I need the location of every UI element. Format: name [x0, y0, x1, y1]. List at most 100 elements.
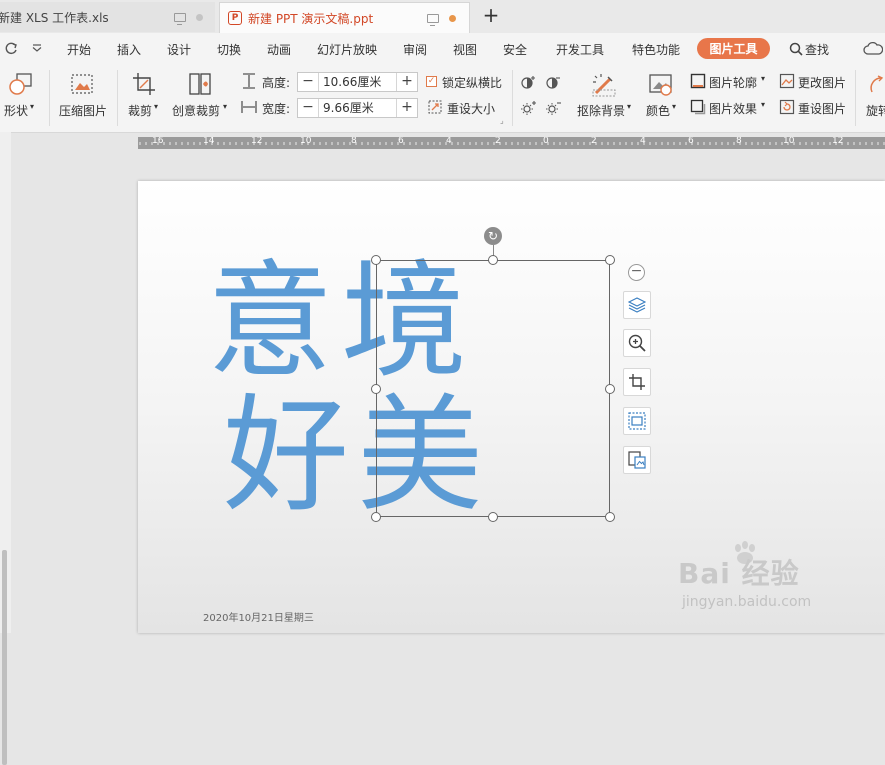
resize-handle-top[interactable] [488, 255, 498, 265]
menu-item-developer[interactable]: 开发工具 [556, 41, 604, 58]
tab-status-dot[interactable] [196, 14, 203, 21]
new-tab-button[interactable]: + [480, 4, 502, 26]
resize-handle-bottom-left[interactable] [371, 512, 381, 522]
resize-handle-left[interactable] [371, 384, 381, 394]
picture-effect-icon[interactable] [690, 99, 706, 115]
dropdown-caret-icon[interactable]: ▾ [761, 100, 765, 109]
height-decrease-button[interactable]: − [298, 73, 318, 91]
menu-bar: 开始 插入 设计 切换 动画 幻灯片放映 审阅 视图 安全 开发工具 特色功能 … [0, 33, 885, 64]
menu-item-special[interactable]: 特色功能 [632, 41, 680, 58]
menu-item-review[interactable]: 审阅 [403, 41, 427, 58]
menu-item-start[interactable]: 开始 [67, 41, 91, 58]
resize-handle-top-left[interactable] [371, 255, 381, 265]
dropdown-caret-icon[interactable]: ▾ [672, 102, 676, 111]
crop-icon[interactable] [132, 72, 156, 96]
monitor-icon[interactable] [427, 14, 439, 26]
picture-color-icon[interactable] [648, 72, 674, 98]
vertical-scrollbar[interactable] [2, 550, 7, 765]
resize-handle-bottom-right[interactable] [605, 512, 615, 522]
unsaved-dot-icon[interactable] [449, 15, 456, 22]
zoom-preview-button[interactable] [623, 329, 651, 357]
redo-icon[interactable] [5, 41, 19, 55]
lock-ratio-label[interactable]: 锁定纵横比 [442, 74, 502, 91]
ruler-label: 6 [688, 137, 694, 146]
divider [855, 70, 856, 126]
selection-frame[interactable] [376, 260, 610, 517]
slide-date[interactable]: 2020年10月21日星期三 [203, 609, 314, 624]
crop-label[interactable]: 裁剪 [128, 102, 152, 119]
increase-contrast-icon[interactable] [521, 75, 537, 89]
ruler-label: 8 [351, 137, 357, 146]
menu-item-view[interactable]: 视图 [453, 41, 477, 58]
ruler-label: 2 [591, 137, 597, 146]
height-input[interactable]: − 10.66厘米 + [297, 72, 418, 92]
picture-outline-icon[interactable] [690, 73, 706, 89]
reset-size-label[interactable]: 重设大小 [447, 100, 495, 117]
menu-item-picture-tools[interactable]: 图片工具 [697, 38, 770, 59]
dropdown-caret-icon[interactable]: ▾ [223, 102, 227, 111]
resize-handle-right[interactable] [605, 384, 615, 394]
tab-ppt-document[interactable]: P 新建 PPT 演示文稿.ppt [219, 2, 470, 33]
rotate-icon[interactable] [868, 72, 885, 96]
quick-access-dropdown-icon[interactable] [31, 43, 43, 53]
creative-crop-label[interactable]: 创意裁剪 [172, 102, 220, 119]
menu-item-security[interactable]: 安全 [503, 41, 527, 58]
baidu-watermark: Bai 经验 jingyan.baidu.com [678, 540, 848, 620]
menu-item-transition[interactable]: 切换 [217, 41, 241, 58]
height-increase-button[interactable]: + [397, 73, 417, 91]
dropdown-caret-icon[interactable]: ▾ [627, 102, 631, 111]
remove-background-label[interactable]: 抠除背景 [577, 102, 625, 119]
decrease-contrast-icon[interactable] [546, 75, 562, 89]
remove-background-icon[interactable] [591, 72, 617, 98]
picture-to-text-button[interactable] [623, 446, 651, 474]
search-label[interactable]: 查找 [805, 41, 829, 58]
width-input[interactable]: − 9.66厘米 + [297, 98, 418, 118]
tab-xls-document[interactable]: 新建 XLS 工作表.xls [0, 2, 215, 32]
width-increase-button[interactable]: + [397, 99, 417, 117]
monitor-icon[interactable] [174, 13, 186, 25]
menu-item-animation[interactable]: 动画 [267, 41, 291, 58]
resize-handle-top-right[interactable] [605, 255, 615, 265]
search-icon[interactable] [789, 42, 803, 56]
crop-icon [629, 374, 645, 390]
height-icon [243, 73, 255, 89]
rotate-handle-icon[interactable]: ↻ [484, 227, 502, 245]
compress-picture-icon[interactable] [70, 72, 94, 96]
color-label[interactable]: 颜色 [646, 102, 670, 119]
width-decrease-button[interactable]: − [298, 99, 318, 117]
compress-picture-label[interactable]: 压缩图片 [59, 102, 107, 119]
shape-icon[interactable] [8, 72, 34, 96]
dropdown-caret-icon[interactable]: ▾ [154, 102, 158, 111]
width-label: 宽度: [262, 102, 291, 116]
picture-outline-label[interactable]: 图片轮廓 [709, 74, 757, 91]
reset-size-icon[interactable] [428, 100, 442, 114]
rotate-label[interactable]: 旋转 [866, 102, 885, 119]
reset-picture-label[interactable]: 重设图片 [798, 100, 846, 117]
dropdown-caret-icon[interactable]: ▾ [761, 74, 765, 83]
menu-item-design[interactable]: 设计 [167, 41, 191, 58]
layers-button[interactable] [623, 291, 651, 319]
creative-crop-icon[interactable] [188, 72, 212, 96]
cloud-icon[interactable] [863, 42, 883, 56]
shape-label[interactable]: 形状 [4, 102, 28, 119]
height-value[interactable]: 10.66厘米 [318, 73, 397, 91]
increase-brightness-icon[interactable] [521, 100, 537, 116]
ruler-label: 8 [736, 137, 742, 146]
change-picture-icon[interactable] [779, 73, 795, 89]
dialog-launcher-icon[interactable]: ⌟ [500, 116, 504, 125]
reset-picture-icon[interactable] [779, 99, 795, 115]
horizontal-ruler[interactable]: 16 14 12 10 8 6 4 2 0 2 4 6 8 10 12 [138, 137, 885, 149]
crop-float-button[interactable] [623, 368, 651, 396]
collapse-float-toolbar-button[interactable]: − [628, 264, 645, 281]
resize-handle-bottom[interactable] [488, 512, 498, 522]
lock-ratio-checkbox[interactable]: ✓ [426, 76, 437, 87]
picture-frame-button[interactable] [623, 407, 651, 435]
change-picture-label[interactable]: 更改图片 [798, 74, 846, 91]
picture-effect-label[interactable]: 图片效果 [709, 100, 757, 117]
document-tab-bar: 新建 XLS 工作表.xls P 新建 PPT 演示文稿.ppt + [0, 0, 885, 34]
dropdown-caret-icon[interactable]: ▾ [30, 102, 34, 111]
menu-item-slideshow[interactable]: 幻灯片放映 [317, 41, 377, 58]
width-value[interactable]: 9.66厘米 [318, 99, 397, 117]
decrease-brightness-icon[interactable] [546, 100, 562, 116]
menu-item-insert[interactable]: 插入 [117, 41, 141, 58]
